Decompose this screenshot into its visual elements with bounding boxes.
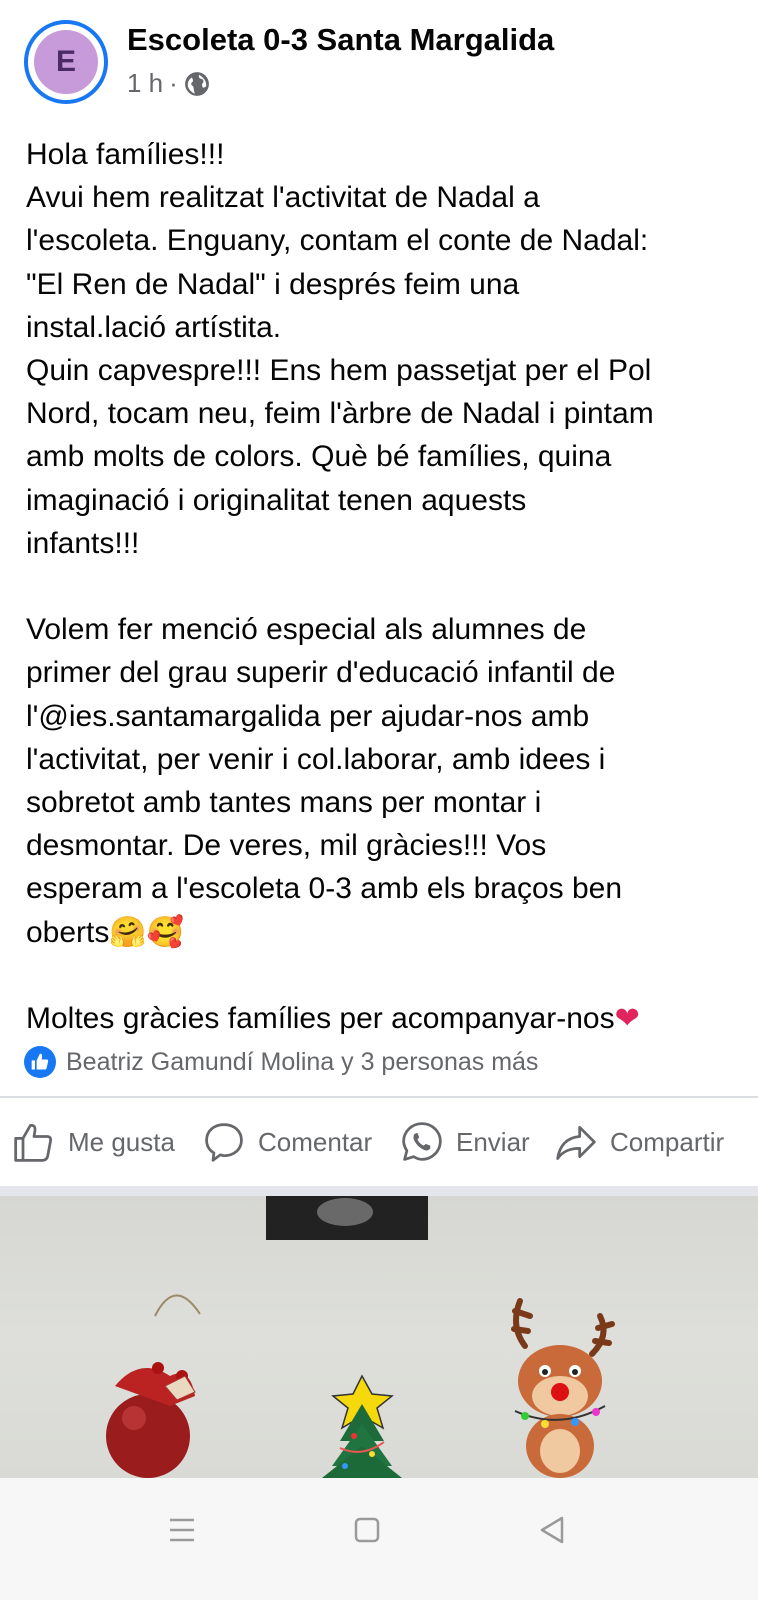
meta-separator: · (169, 68, 178, 98)
send-button[interactable]: Enviar (400, 1120, 530, 1164)
comment-bubble-icon (205, 1123, 243, 1162)
share-label: Compartir (610, 1126, 725, 1157)
reactions-summary[interactable]: Beatriz Gamundí Molina y 3 personas más (24, 1046, 538, 1078)
heart-emoji: ❤ (614, 1001, 640, 1037)
home-square-icon[interactable] (343, 1506, 391, 1554)
text-line: infants!!! (26, 526, 140, 560)
thumbs-up-icon (14, 1124, 53, 1162)
post-header: E Escoleta 0-3 Santa Margalida 1 h · (0, 0, 758, 120)
text-line: Moltes gràcies famílies per acompanyar-n… (26, 997, 741, 1040)
text-line: sobretot amb tantes mans per montar i (26, 786, 542, 820)
post-meta: 1 h · (127, 68, 210, 99)
text-line-content: l'@ies.santamargalida per ajudar-nos amb (26, 699, 590, 733)
text-line: Nord, tocam neu, feim l'àrbre de Nadal i… (26, 397, 654, 431)
text-line-content: Moltes gràcies famílies per acompanyar-n… (26, 1002, 615, 1036)
text-line: l'escoleta. Enguany, contam el conte de … (26, 224, 649, 258)
back-triangle-icon[interactable] (528, 1506, 576, 1554)
text-line: Quin capvespre!!! Ens hem passetjat per … (26, 354, 652, 388)
avatar-letter: E (34, 30, 98, 94)
post-photo[interactable] (0, 1196, 758, 1478)
bell-ornament-icon (106, 1294, 201, 1478)
text-line: oberts🤗🥰 (26, 911, 741, 954)
globe-icon (184, 71, 209, 96)
send-label: Enviar (456, 1126, 530, 1157)
system-navbar (0, 1478, 758, 1600)
share-arrow-icon (556, 1125, 596, 1160)
whatsapp-icon (402, 1122, 442, 1161)
text-line: instal.lació artístita. (26, 310, 282, 344)
menu-icon[interactable] (158, 1506, 206, 1554)
separator-band (0, 1186, 758, 1196)
reindeer-icon (511, 1298, 615, 1478)
text-line: esperam a l'escoleta 0-3 amb els braços … (26, 872, 623, 906)
text-line: l'@ies.santamargalida per ajudar-nos amb (26, 695, 741, 738)
text-line: desmontar. De veres, mil gràcies!!! Vos (26, 829, 547, 863)
comment-label: Comentar (258, 1126, 373, 1157)
post-body: Hola famílies!!! Avui hem realitzat l'ac… (26, 133, 741, 1040)
text-line: amb molts de colors. Què bé famílies, qu… (26, 440, 612, 474)
like-button[interactable]: Me gusta (12, 1120, 175, 1164)
page-name[interactable]: Escoleta 0-3 Santa Margalida (127, 22, 554, 58)
text-line: imaginació i originalitat tenen aquests (26, 483, 527, 517)
reactions-text: Beatriz Gamundí Molina y 3 personas más (66, 1047, 539, 1076)
christmas-tree-icon (322, 1374, 402, 1478)
text-line: Volem fer menció especial als alumnes de (26, 613, 587, 647)
photo-illustration (106, 1196, 615, 1478)
text-line: "El Ren de Nadal" i després feim una (26, 267, 520, 301)
avatar[interactable]: E (24, 20, 108, 104)
comment-button[interactable]: Comentar (202, 1120, 372, 1164)
action-bar: Me gusta Comentar Enviar Compartir (0, 1112, 758, 1178)
like-icon (24, 1046, 56, 1078)
text-line: Hola famílies!!! (26, 138, 225, 171)
share-button[interactable]: Compartir (554, 1120, 724, 1164)
like-label: Me gusta (68, 1126, 175, 1157)
text-line: primer del grau superir d'educació infan… (26, 656, 616, 690)
post-time[interactable]: 1 h (127, 68, 163, 99)
divider (0, 1096, 758, 1098)
text-line-content: oberts (26, 915, 110, 949)
text-line: Avui hem realitzat l'activitat de Nadal … (26, 181, 540, 215)
hug-smile-emoji: 🤗🥰 (109, 914, 185, 950)
text-line: l'activitat, per venir i col.laborar, am… (26, 742, 606, 776)
